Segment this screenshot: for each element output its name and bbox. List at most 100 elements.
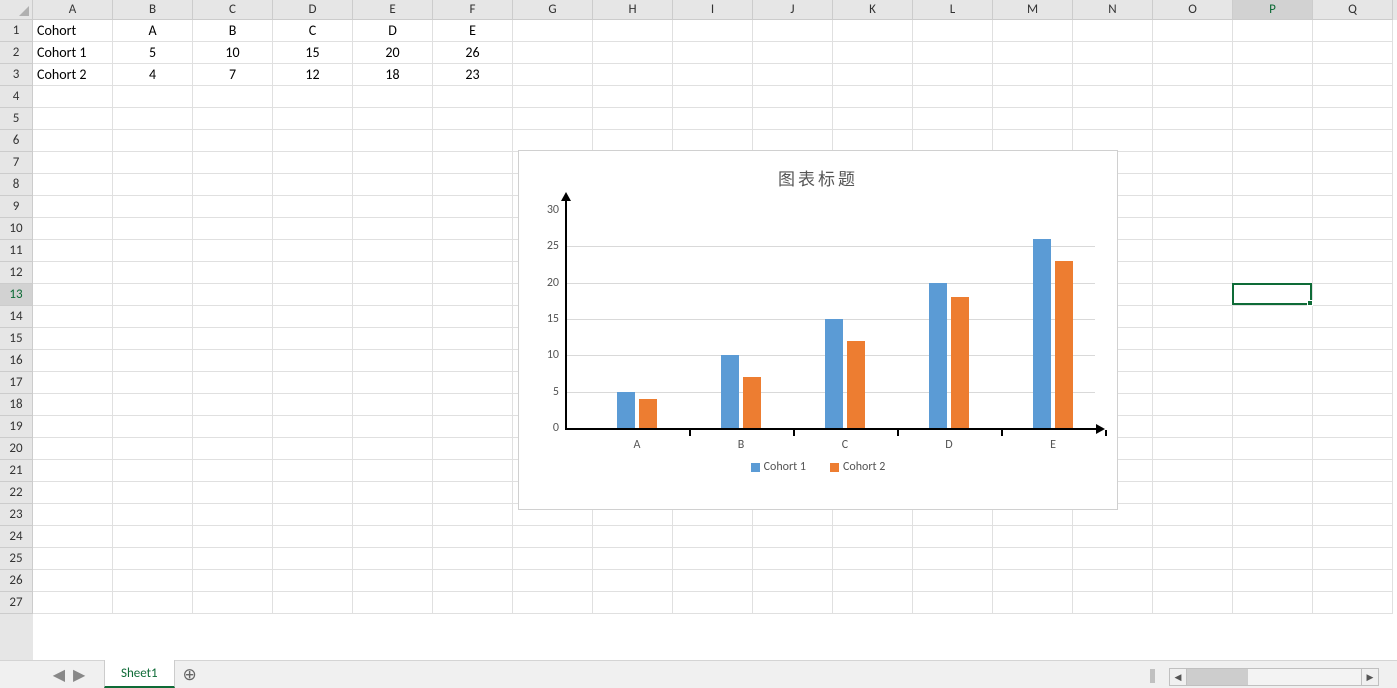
cell[interactable] (273, 108, 353, 130)
add-sheet-button[interactable]: ⊕ (175, 661, 205, 688)
cell[interactable] (1233, 130, 1313, 152)
cell[interactable] (913, 548, 993, 570)
cell[interactable] (353, 526, 433, 548)
cell[interactable] (993, 42, 1073, 64)
cell[interactable] (1313, 130, 1393, 152)
cell[interactable] (1073, 108, 1153, 130)
cell[interactable] (1313, 174, 1393, 196)
cell[interactable] (1153, 284, 1233, 306)
cell[interactable] (113, 86, 193, 108)
cell[interactable] (1073, 570, 1153, 592)
cell[interactable] (1153, 504, 1233, 526)
cell[interactable] (1313, 504, 1393, 526)
cell[interactable] (1073, 20, 1153, 42)
scroll-right-button[interactable]: ▶ (1361, 668, 1379, 686)
cell[interactable] (993, 592, 1073, 614)
cell[interactable] (1153, 130, 1233, 152)
cell[interactable] (1313, 218, 1393, 240)
cell[interactable] (513, 86, 593, 108)
cell[interactable] (673, 86, 753, 108)
cell[interactable] (113, 284, 193, 306)
cell[interactable] (1313, 64, 1393, 86)
cell[interactable] (1313, 438, 1393, 460)
cell[interactable] (513, 42, 593, 64)
cell[interactable] (1153, 328, 1233, 350)
cell[interactable] (353, 262, 433, 284)
column-header[interactable]: L (913, 0, 993, 20)
row-header[interactable]: 4 (0, 86, 33, 108)
scroll-track[interactable] (1187, 668, 1361, 686)
cell[interactable] (993, 108, 1073, 130)
cell[interactable] (193, 130, 273, 152)
cell[interactable] (673, 42, 753, 64)
column-header[interactable]: I (673, 0, 753, 20)
cell[interactable] (1153, 174, 1233, 196)
cell[interactable] (1313, 262, 1393, 284)
cell[interactable] (33, 372, 113, 394)
cell[interactable] (273, 196, 353, 218)
cell[interactable] (33, 196, 113, 218)
column-header[interactable]: N (1073, 0, 1153, 20)
cell[interactable] (433, 86, 513, 108)
cell[interactable] (273, 592, 353, 614)
cell[interactable] (593, 108, 673, 130)
cell[interactable] (33, 438, 113, 460)
cell[interactable] (113, 548, 193, 570)
cell[interactable] (753, 86, 833, 108)
cell[interactable] (1073, 130, 1153, 152)
cell[interactable] (1233, 42, 1313, 64)
row-header[interactable]: 15 (0, 328, 33, 350)
cell[interactable] (753, 108, 833, 130)
cell[interactable] (1233, 284, 1313, 306)
cell[interactable] (753, 548, 833, 570)
cell[interactable] (433, 108, 513, 130)
cell[interactable] (193, 460, 273, 482)
cell[interactable] (753, 592, 833, 614)
cell[interactable] (673, 592, 753, 614)
cell[interactable] (33, 394, 113, 416)
cell[interactable] (513, 108, 593, 130)
row-header[interactable]: 12 (0, 262, 33, 284)
cell[interactable]: Cohort (33, 20, 113, 42)
cell[interactable] (273, 570, 353, 592)
row-header[interactable]: 17 (0, 372, 33, 394)
cell[interactable] (1313, 86, 1393, 108)
cell[interactable] (353, 284, 433, 306)
row-header[interactable]: 10 (0, 218, 33, 240)
cell[interactable] (913, 20, 993, 42)
cell[interactable] (353, 328, 433, 350)
cell[interactable] (353, 240, 433, 262)
cell[interactable] (33, 86, 113, 108)
cell[interactable] (1073, 42, 1153, 64)
cell[interactable] (433, 526, 513, 548)
column-header[interactable]: F (433, 0, 513, 20)
cell[interactable] (1233, 482, 1313, 504)
cell[interactable] (1233, 592, 1313, 614)
row-header[interactable]: 24 (0, 526, 33, 548)
column-header[interactable]: E (353, 0, 433, 20)
cell[interactable] (833, 548, 913, 570)
cell[interactable] (433, 218, 513, 240)
cell[interactable] (353, 438, 433, 460)
row-header[interactable]: 5 (0, 108, 33, 130)
cell[interactable] (1313, 526, 1393, 548)
cell[interactable] (1313, 416, 1393, 438)
cell[interactable] (113, 218, 193, 240)
column-header[interactable]: K (833, 0, 913, 20)
cell[interactable] (1313, 328, 1393, 350)
cell[interactable] (273, 460, 353, 482)
cell[interactable] (113, 174, 193, 196)
cell[interactable] (1233, 64, 1313, 86)
cell[interactable] (1233, 240, 1313, 262)
row-header[interactable]: 22 (0, 482, 33, 504)
row-header[interactable]: 1 (0, 20, 33, 42)
cell[interactable] (1233, 196, 1313, 218)
cell[interactable] (273, 130, 353, 152)
cell[interactable]: 4 (113, 64, 193, 86)
cell[interactable] (353, 372, 433, 394)
cell[interactable] (753, 20, 833, 42)
select-all-corner[interactable] (0, 0, 33, 20)
cell[interactable] (1153, 570, 1233, 592)
cell[interactable] (193, 262, 273, 284)
cell[interactable] (33, 284, 113, 306)
